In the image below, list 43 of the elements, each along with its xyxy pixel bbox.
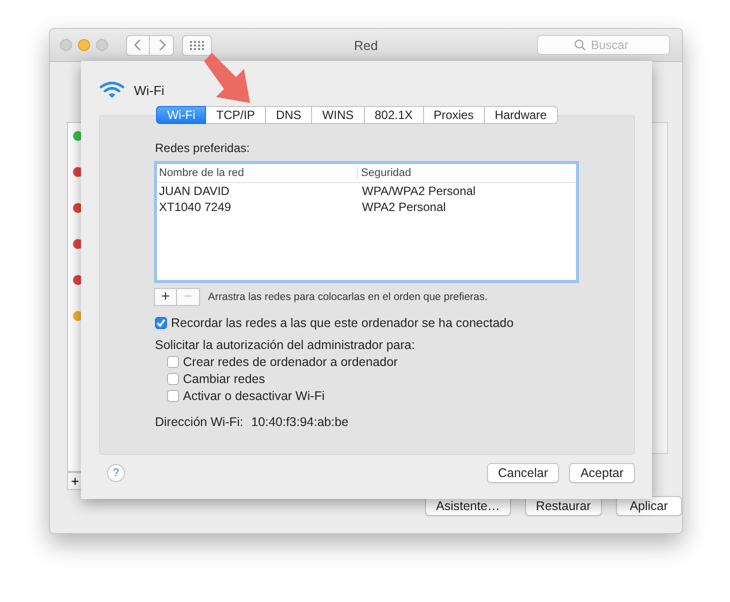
- table-cell-text: WPA2 Personal: [361, 200, 446, 214]
- section-label: Redes preferidas:: [155, 141, 251, 155]
- tab[interactable]: 802.1X: [364, 106, 424, 124]
- add-button[interactable]: +: [154, 288, 177, 306]
- wifi-icon: [99, 81, 125, 99]
- checkbox[interactable]: [155, 317, 167, 329]
- checkbox[interactable]: [167, 373, 179, 385]
- tab[interactable]: WINS: [312, 106, 365, 124]
- section-label: Solicitar la autorización del administrador para:: [155, 338, 416, 352]
- chevron-left-icon: [134, 39, 142, 51]
- column-header[interactable]: Nombre de la red: [157, 167, 358, 179]
- minimize-icon[interactable]: [78, 39, 90, 51]
- back-button[interactable]: [126, 34, 150, 56]
- show-all-button[interactable]: [182, 34, 212, 56]
- close-icon[interactable]: [60, 39, 72, 51]
- footer-button[interactable]: Aplicar: [616, 496, 682, 516]
- checkbox-label: Cambiar redes: [183, 372, 265, 386]
- hint-text: Arrastra las redes para colocarlas en el orden que prefieras.: [208, 291, 488, 303]
- checkbox-label: Activar o desactivar Wi-Fi: [183, 389, 325, 403]
- sheet-title: Wi-Fi: [134, 82, 164, 98]
- zoom-icon[interactable]: [96, 39, 108, 51]
- tab[interactable]: Proxies: [424, 106, 485, 124]
- search-field[interactable]: Buscar: [537, 35, 670, 55]
- dialog-button[interactable]: Cancelar: [486, 463, 559, 483]
- checkbox-label: Recordar las redes a las que este ordenador se ha conectado: [171, 316, 514, 330]
- grid-icon: [190, 40, 204, 50]
- tab[interactable]: DNS: [266, 106, 312, 124]
- help-button[interactable]: ?: [107, 464, 125, 482]
- checkbox-label: Crear redes de ordenador a ordenador: [183, 355, 398, 369]
- table-cell-text: JUAN DAVID: [158, 184, 230, 198]
- checkbox[interactable]: [167, 390, 179, 402]
- table-cell-text: WPA/WPA2 Personal: [361, 184, 476, 198]
- address-value: 10:40:f3:94:ab:be: [251, 415, 349, 429]
- forward-button[interactable]: [150, 34, 174, 56]
- tab[interactable]: TCP/IP: [206, 106, 266, 124]
- table-cell-text: XT1040 7249: [158, 200, 232, 214]
- window-title: Red: [354, 38, 378, 53]
- checkbox[interactable]: [167, 356, 179, 368]
- chevron-right-icon: [158, 39, 166, 51]
- dialog-button[interactable]: Aceptar: [569, 463, 635, 483]
- column-header[interactable]: Seguridad: [358, 167, 412, 179]
- tab[interactable]: Hardware: [484, 106, 558, 124]
- address-label: Dirección Wi-Fi:: [155, 415, 244, 429]
